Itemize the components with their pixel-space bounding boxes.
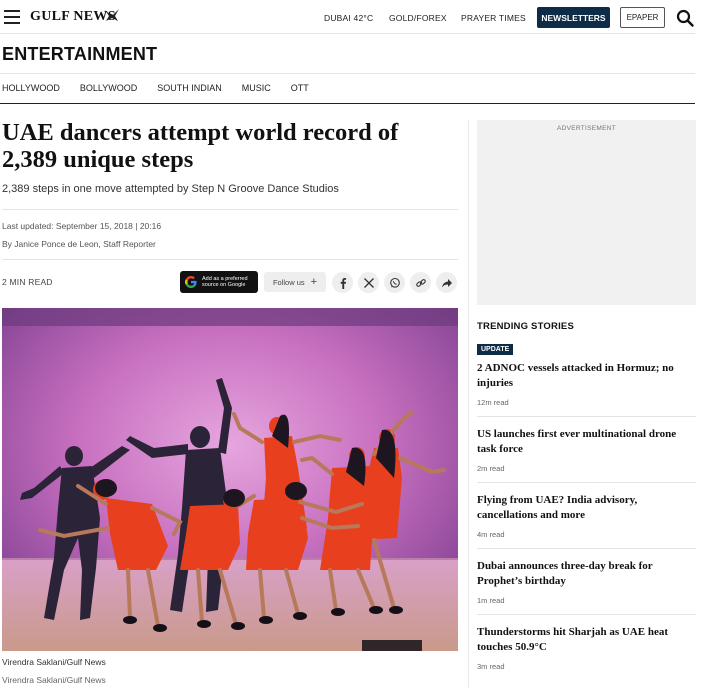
whatsapp-share-button[interactable]	[384, 272, 405, 293]
google-icon	[185, 276, 197, 288]
menu-icon[interactable]	[4, 10, 20, 24]
image-credit: Virendra Saklani/Gulf News	[2, 675, 106, 685]
story-title[interactable]: US launches first ever multinational dro…	[477, 427, 696, 457]
story-read-time: 12m read	[477, 398, 509, 407]
article-hero-image	[2, 308, 458, 651]
gold-forex-link[interactable]: GOLD/FOREX	[389, 13, 447, 23]
byline: By Janice Ponce de Leon, Staff Reporter	[2, 239, 156, 249]
section-subnav: HOLLYWOOD BOLLYWOOD SOUTH INDIAN MUSIC O…	[2, 83, 329, 93]
link-icon	[415, 278, 426, 287]
story-title[interactable]: Thunderstorms hit Sharjah as UAE heat to…	[477, 625, 696, 655]
search-icon[interactable]	[676, 9, 694, 27]
image-caption: Virendra Saklani/Gulf News	[2, 657, 106, 667]
story-read-time: 1m read	[477, 596, 505, 605]
update-badge: UPDATE	[477, 344, 514, 355]
divider	[2, 209, 458, 210]
subnav-item-ott[interactable]: OTT	[291, 83, 309, 93]
article-headline: UAE dancers attempt world record of 2,38…	[2, 119, 399, 173]
weather-link[interactable]: DUBAI 42°C	[324, 13, 373, 23]
read-time: 2 MIN READ	[2, 277, 53, 287]
story-title[interactable]: Dubai announces three-day break for Prop…	[477, 559, 696, 589]
divider	[477, 548, 696, 549]
facebook-icon	[340, 277, 346, 289]
x-share-button[interactable]	[358, 272, 379, 293]
copy-link-button[interactable]	[410, 272, 431, 293]
whatsapp-icon	[389, 277, 400, 288]
divider	[477, 614, 696, 615]
share-button[interactable]	[436, 272, 457, 293]
follow-us-button[interactable]: Follow us +	[264, 272, 326, 292]
top-bar: GULF NEWS DUBAI 42°C GOLD/FOREX PRAYER T…	[0, 0, 703, 36]
story-read-time: 4m read	[477, 530, 505, 539]
story-title[interactable]: 2 ADNOC vessels attacked in Hormuz; no i…	[477, 361, 696, 391]
subnav-item-south-indian[interactable]: SOUTH INDIAN	[157, 83, 222, 93]
divider	[0, 33, 695, 34]
trending-story[interactable]: 2 ADNOC vessels attacked in Hormuz; no i…	[477, 361, 696, 407]
x-icon	[363, 277, 374, 288]
last-updated: Last updated: September 15, 2018 | 20:16	[2, 221, 162, 231]
newsletters-button[interactable]: NEWSLETTERS	[537, 7, 610, 28]
divider	[0, 103, 695, 104]
subnav-item-bollywood[interactable]: BOLLYWOOD	[80, 83, 137, 93]
trending-stories-heading: TRENDING STORIES	[477, 321, 574, 332]
trending-story[interactable]: Flying from UAE? India advisory, cancell…	[477, 493, 696, 539]
column-divider	[468, 120, 469, 688]
story-read-time: 3m read	[477, 662, 505, 671]
subnav-item-music[interactable]: MUSIC	[242, 83, 271, 93]
subnav-item-hollywood[interactable]: HOLLYWOOD	[2, 83, 60, 93]
follow-label: Follow us	[272, 277, 305, 287]
share-arrow-icon	[441, 278, 452, 287]
falcon-logo-icon	[105, 9, 119, 21]
google-preferred-source-button[interactable]: Add as a preferred source on Google	[180, 271, 258, 293]
facebook-share-button[interactable]	[332, 272, 353, 293]
epaper-button[interactable]: EPAPER	[620, 7, 665, 28]
trending-story[interactable]: US launches first ever multinational dro…	[477, 427, 696, 473]
divider	[2, 259, 458, 260]
story-read-time: 2m read	[477, 464, 505, 473]
plus-icon: +	[310, 276, 318, 288]
trending-story[interactable]: Thunderstorms hit Sharjah as UAE heat to…	[477, 625, 696, 671]
divider	[477, 416, 696, 417]
prayer-times-link[interactable]: PRAYER TIMES	[461, 13, 526, 23]
divider	[477, 482, 696, 483]
divider	[0, 73, 695, 74]
trending-story[interactable]: Dubai announces three-day break for Prop…	[477, 559, 696, 605]
section-title[interactable]: ENTERTAINMENT	[2, 44, 157, 65]
article-summary: 2,389 steps in one move attempted by Ste…	[2, 183, 339, 195]
google-badge-label: Add as a preferred source on Google	[202, 275, 248, 289]
site-logo[interactable]: GULF NEWS	[30, 9, 116, 25]
advertisement-label: ADVERTISEMENT	[556, 125, 617, 132]
advertisement-slot[interactable]: ADVERTISEMENT	[477, 120, 696, 305]
story-title[interactable]: Flying from UAE? India advisory, cancell…	[477, 493, 696, 523]
